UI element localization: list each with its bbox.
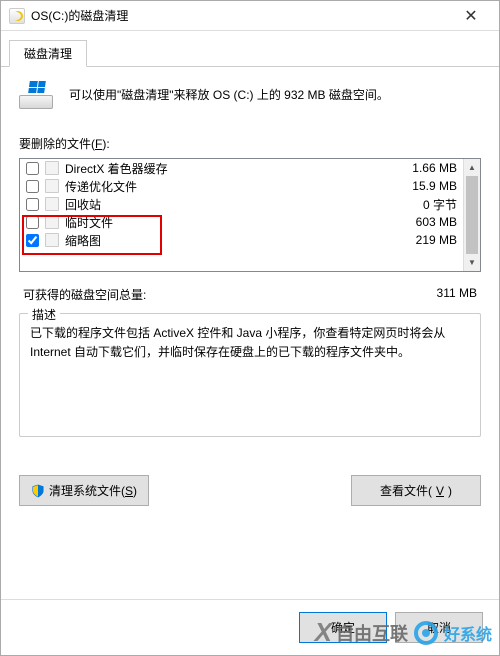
app-icon xyxy=(9,8,25,24)
file-type-icon xyxy=(45,161,59,175)
file-checkbox[interactable] xyxy=(26,162,39,175)
view-files-button[interactable]: 查看文件(V) xyxy=(351,475,481,506)
total-label: 可获得的磁盘空间总量: xyxy=(23,286,146,303)
scroll-up-icon[interactable]: ▲ xyxy=(464,159,480,176)
total-value: 311 MB xyxy=(437,286,477,303)
file-type-icon xyxy=(45,215,59,229)
window-title: OS(C:)的磁盘清理 xyxy=(31,7,451,24)
file-checkbox[interactable] xyxy=(26,234,39,247)
tab-disk-cleanup[interactable]: 磁盘清理 xyxy=(9,40,87,67)
file-type-icon xyxy=(45,179,59,193)
shield-icon xyxy=(31,484,45,498)
ok-button[interactable]: 确定 xyxy=(299,612,387,643)
file-name: 传递优化文件 xyxy=(65,178,387,195)
description-legend: 描述 xyxy=(28,306,60,323)
clean-system-files-button[interactable]: 清理系统文件(S) xyxy=(19,475,149,506)
file-size: 219 MB xyxy=(387,233,457,247)
file-row[interactable]: 缩略图219 MB xyxy=(20,231,463,249)
titlebar: OS(C:)的磁盘清理 ✕ xyxy=(1,1,499,31)
description-text: 已下载的程序文件包括 ActiveX 控件和 Java 小程序，你查看特定网页时… xyxy=(30,324,470,362)
file-row[interactable]: 回收站0 字节 xyxy=(20,195,463,213)
total-row: 可获得的磁盘空间总量: 311 MB xyxy=(19,286,481,303)
file-size: 15.9 MB xyxy=(387,179,457,193)
file-size: 0 字节 xyxy=(387,196,457,213)
close-button[interactable]: ✕ xyxy=(451,2,491,30)
drive-icon xyxy=(19,81,55,109)
cancel-button[interactable]: 取消 xyxy=(395,612,483,643)
file-size: 1.66 MB xyxy=(387,161,457,175)
file-row[interactable]: 传递优化文件15.9 MB xyxy=(20,177,463,195)
scroll-down-icon[interactable]: ▼ xyxy=(464,254,480,271)
file-checkbox[interactable] xyxy=(26,180,39,193)
file-name: DirectX 着色器缓存 xyxy=(65,160,387,177)
intro-text: 可以使用"磁盘清理"来释放 OS (C:) 上的 932 MB 磁盘空间。 xyxy=(69,86,389,104)
button-row: 清理系统文件(S) 查看文件(V) xyxy=(19,475,481,506)
file-checkbox[interactable] xyxy=(26,198,39,211)
file-name: 临时文件 xyxy=(65,214,387,231)
file-size: 603 MB xyxy=(387,215,457,229)
tab-bar: 磁盘清理 xyxy=(1,31,499,67)
scroll-thumb[interactable] xyxy=(466,176,478,254)
file-name: 缩略图 xyxy=(65,232,387,249)
file-type-icon xyxy=(45,233,59,247)
file-type-icon xyxy=(45,197,59,211)
file-name: 回收站 xyxy=(65,196,387,213)
scrollbar[interactable]: ▲ ▼ xyxy=(463,159,480,271)
file-list: DirectX 着色器缓存1.66 MB传递优化文件15.9 MB回收站0 字节… xyxy=(19,158,481,272)
content-area: 可以使用"磁盘清理"来释放 OS (C:) 上的 932 MB 磁盘空间。 要删… xyxy=(1,67,499,599)
footer: 确定 取消 xyxy=(1,599,499,655)
description-group: 描述 已下载的程序文件包括 ActiveX 控件和 Java 小程序，你查看特定… xyxy=(19,313,481,437)
file-row[interactable]: DirectX 着色器缓存1.66 MB xyxy=(20,159,463,177)
intro-row: 可以使用"磁盘清理"来释放 OS (C:) 上的 932 MB 磁盘空间。 xyxy=(19,81,481,109)
file-checkbox[interactable] xyxy=(26,216,39,229)
file-row[interactable]: 临时文件603 MB xyxy=(20,213,463,231)
dialog-window: OS(C:)的磁盘清理 ✕ 磁盘清理 可以使用"磁盘清理"来释放 OS (C:)… xyxy=(0,0,500,656)
files-to-delete-label: 要删除的文件(F): xyxy=(19,135,481,152)
